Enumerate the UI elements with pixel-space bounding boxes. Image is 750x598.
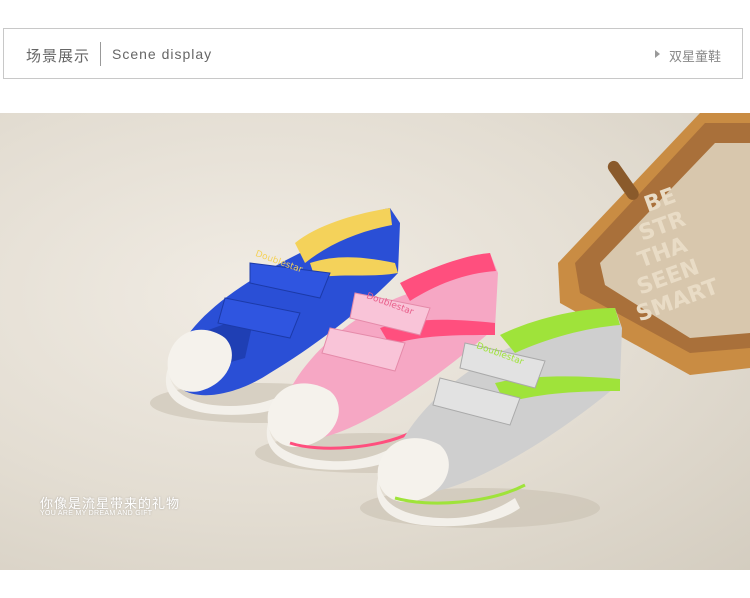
header-divider <box>100 42 101 66</box>
section-title-cn: 场景展示 <box>26 47 91 65</box>
section-header: 场景展示 Scene display 双星童鞋 <box>3 28 743 79</box>
scene-photo: BE STR THA SEEN SMART Doublestar Doubles… <box>0 113 750 570</box>
section-title-en: Scene display <box>112 46 213 62</box>
triangle-right-icon <box>655 50 660 58</box>
brand-label: 双星童鞋 <box>669 50 722 65</box>
caption-en: YOU ARE MY DREAM AND GIFT <box>40 510 153 517</box>
